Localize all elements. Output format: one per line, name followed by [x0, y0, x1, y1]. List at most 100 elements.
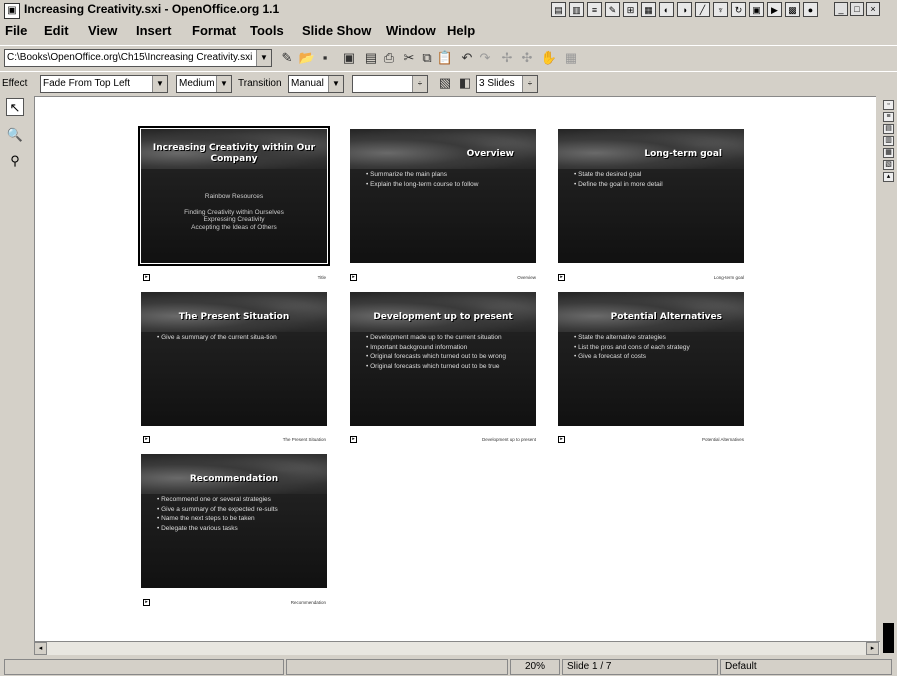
- zoom-level[interactable]: 20%: [510, 659, 560, 675]
- outline-tab-icon[interactable]: ≡: [883, 112, 894, 122]
- slide-title: The Present Situation: [178, 312, 290, 322]
- menu-slide-show[interactable]: Slide Show: [302, 23, 371, 38]
- minimize-button[interactable]: _: [834, 2, 848, 16]
- menu-insert[interactable]: Insert: [136, 23, 171, 38]
- open-icon[interactable]: 📂: [298, 49, 316, 67]
- slide-name: The Present Situation: [282, 437, 326, 442]
- menu-tools[interactable]: Tools: [250, 23, 284, 38]
- select-arrow-icon[interactable]: ↖: [6, 98, 24, 116]
- slide-sorter-icon[interactable]: ▦: [641, 2, 656, 17]
- vertical-scroll-thumb[interactable]: [883, 623, 894, 653]
- menu-format[interactable]: Format: [192, 23, 236, 38]
- handout-view-icon[interactable]: ⊞: [623, 2, 638, 17]
- slide-show-icon[interactable]: ⚲: [6, 152, 24, 170]
- subtitle-line: Accepting the Ideas of Others: [191, 223, 277, 231]
- draw-icon[interactable]: ╱: [695, 2, 710, 17]
- effects-icon[interactable]: ♆: [713, 2, 728, 17]
- bullet-item: Name the next steps to be taken: [157, 515, 317, 523]
- notes-view-icon[interactable]: ✎: [605, 2, 620, 17]
- maximize-button[interactable]: □: [850, 2, 864, 16]
- status-bar: 20% Slide 1 / 7 Default: [0, 658, 897, 676]
- print-icon[interactable]: ⎙: [380, 49, 398, 67]
- undo-icon[interactable]: ↶: [458, 49, 476, 67]
- right-toolbar: ▫ ≡ ▤ ▥ ▦ ▧ ▴: [880, 96, 897, 656]
- menu-help[interactable]: Help: [447, 23, 475, 38]
- slide-title: Potential Alternatives: [610, 312, 722, 322]
- slides-per-row-spinner[interactable]: 3 Slides ÷: [476, 75, 538, 93]
- scroll-up-icon[interactable]: ▴: [883, 172, 894, 182]
- slide-transition-icon[interactable]: ▸: [143, 599, 150, 606]
- gallery-icon[interactable]: ✋: [540, 49, 558, 67]
- cut-icon[interactable]: ✂: [400, 49, 418, 67]
- effect-select[interactable]: Fade From Top Left ▼: [40, 75, 168, 93]
- menu-file[interactable]: File: [5, 23, 27, 38]
- hyperlink-icon[interactable]: ✢: [498, 49, 516, 67]
- slide-transition-icon[interactable]: ▸: [350, 274, 357, 281]
- horizontal-scrollbar[interactable]: ◂ ▸: [34, 641, 880, 655]
- color-icon[interactable]: ◐: [659, 2, 674, 17]
- show-icon[interactable]: ▶: [767, 2, 782, 17]
- spin-icon[interactable]: ÷: [522, 76, 537, 92]
- hide-icon[interactable]: ▩: [785, 2, 800, 17]
- bullet-list: Recommend one or several strategies Give…: [157, 496, 317, 534]
- scroll-left-icon[interactable]: ◂: [34, 642, 47, 655]
- main-toolbar: ↖ 🔍 ⚲: [6, 96, 28, 646]
- interaction-icon[interactable]: ↻: [731, 2, 746, 17]
- chevron-down-icon[interactable]: ▼: [256, 50, 271, 66]
- rehearse-timings-icon[interactable]: ◧: [456, 74, 474, 92]
- spin-icon[interactable]: ÷: [412, 76, 427, 92]
- slide-thumbnail-4[interactable]: The Present Situation Give a summary of …: [141, 292, 327, 426]
- slide-view-tab-icon[interactable]: ▫: [883, 100, 894, 110]
- time-spinner[interactable]: ÷: [352, 75, 428, 93]
- sorter-tab-icon[interactable]: ▦: [883, 148, 894, 158]
- outline-view-icon[interactable]: ≡: [587, 2, 602, 17]
- handout-tab-icon[interactable]: ▥: [883, 136, 894, 146]
- slide-transition-icon[interactable]: ▸: [350, 436, 357, 443]
- slide-transition-icon[interactable]: ▸: [143, 436, 150, 443]
- app-icon[interactable]: ▣: [4, 3, 20, 19]
- zoom-icon[interactable]: 🔍: [6, 126, 24, 144]
- file-path-combo[interactable]: C:\Books\OpenOffice.org\Ch15\Increasing …: [4, 49, 272, 67]
- function-bar: C:\Books\OpenOffice.org\Ch15\Increasing …: [0, 45, 897, 70]
- slide-view-icon[interactable]: ▥: [569, 2, 584, 17]
- show-hide-slide-icon[interactable]: ▧: [436, 74, 454, 92]
- slide-thumbnail-3[interactable]: Long-term goal State the desired goal De…: [558, 129, 744, 263]
- layer-tab-icon[interactable]: ▧: [883, 160, 894, 170]
- slide-thumbnail-2[interactable]: Overview Summarize the main plans Explai…: [350, 129, 536, 263]
- chevron-down-icon[interactable]: ▼: [328, 76, 343, 92]
- navigator-tool-icon[interactable]: ✣: [518, 49, 536, 67]
- slide-transition-icon[interactable]: ▸: [143, 274, 150, 281]
- redo-icon[interactable]: ↷: [476, 49, 494, 67]
- menu-bar: File Edit View Insert Format Tools Slide…: [0, 21, 897, 41]
- grayscale-icon[interactable]: ◑: [677, 2, 692, 17]
- slide-thumbnail-6[interactable]: Potential Alternatives State the alterna…: [558, 292, 744, 426]
- menu-window[interactable]: Window: [386, 23, 436, 38]
- scroll-right-icon[interactable]: ▸: [866, 642, 879, 655]
- speed-select[interactable]: Medium ▼: [176, 75, 232, 93]
- slide-thumbnail-1[interactable]: Increasing Creativity within Our Company…: [138, 126, 330, 266]
- slide-transition-icon[interactable]: ▸: [558, 274, 565, 281]
- transition-select[interactable]: Manual ▼: [288, 75, 344, 93]
- bullet-list: Give a summary of the current situa-tion: [157, 334, 317, 344]
- chevron-down-icon[interactable]: ▼: [152, 76, 167, 92]
- show-draw-functions-icon[interactable]: ▤: [551, 2, 566, 17]
- save-icon[interactable]: ▪: [316, 49, 334, 67]
- slide-transition-icon[interactable]: ▸: [558, 436, 565, 443]
- layout-icon[interactable]: ▣: [749, 2, 764, 17]
- edit-file-icon[interactable]: ✎: [278, 49, 296, 67]
- slide-thumbnail-5[interactable]: Development up to present Development ma…: [350, 292, 536, 426]
- menu-view[interactable]: View: [88, 23, 117, 38]
- close-button[interactable]: ×: [866, 2, 880, 16]
- status-message: [4, 659, 284, 675]
- paste-icon[interactable]: 📋: [436, 49, 454, 67]
- export-pdf-icon[interactable]: ▣: [340, 49, 358, 67]
- menu-edit[interactable]: Edit: [44, 23, 69, 38]
- slide-thumbnail-7[interactable]: Recommendation Recommend one or several …: [141, 454, 327, 588]
- navigator-icon[interactable]: ●: [803, 2, 818, 17]
- chevron-down-icon[interactable]: ▼: [216, 76, 231, 92]
- print-preview-icon[interactable]: ▤: [362, 49, 380, 67]
- copy-icon[interactable]: ⧉: [418, 49, 436, 67]
- bullet-item: Recommend one or several strategies: [157, 496, 317, 504]
- data-sources-icon[interactable]: ▦: [562, 49, 580, 67]
- notes-tab-icon[interactable]: ▤: [883, 124, 894, 134]
